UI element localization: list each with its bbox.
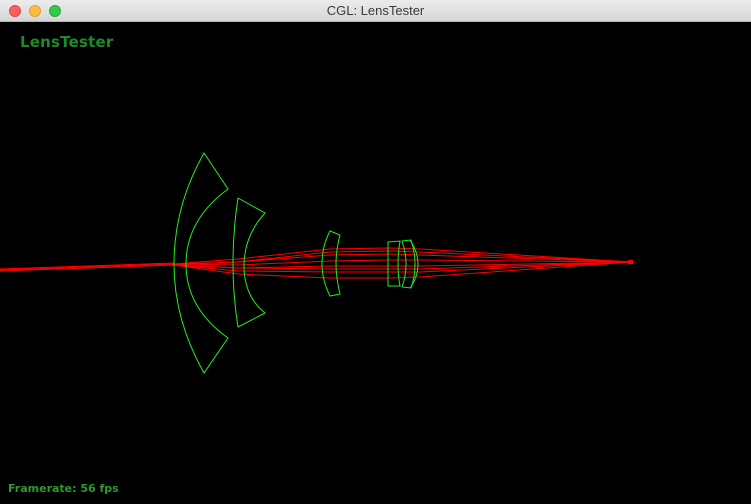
- app-label: LensTester: [20, 33, 114, 51]
- framerate-readout: Framerate: 56 fps: [8, 482, 119, 495]
- lens-element-3: [321, 230, 341, 297]
- lens-scene: [0, 152, 633, 374]
- image-point: [628, 260, 633, 264]
- lens-element-6: [409, 239, 419, 289]
- lens-element-5: [401, 239, 416, 289]
- app-window: CGL: LensTester LensTester Framerate: 56…: [0, 0, 751, 504]
- ray-bundle: [0, 247, 633, 279]
